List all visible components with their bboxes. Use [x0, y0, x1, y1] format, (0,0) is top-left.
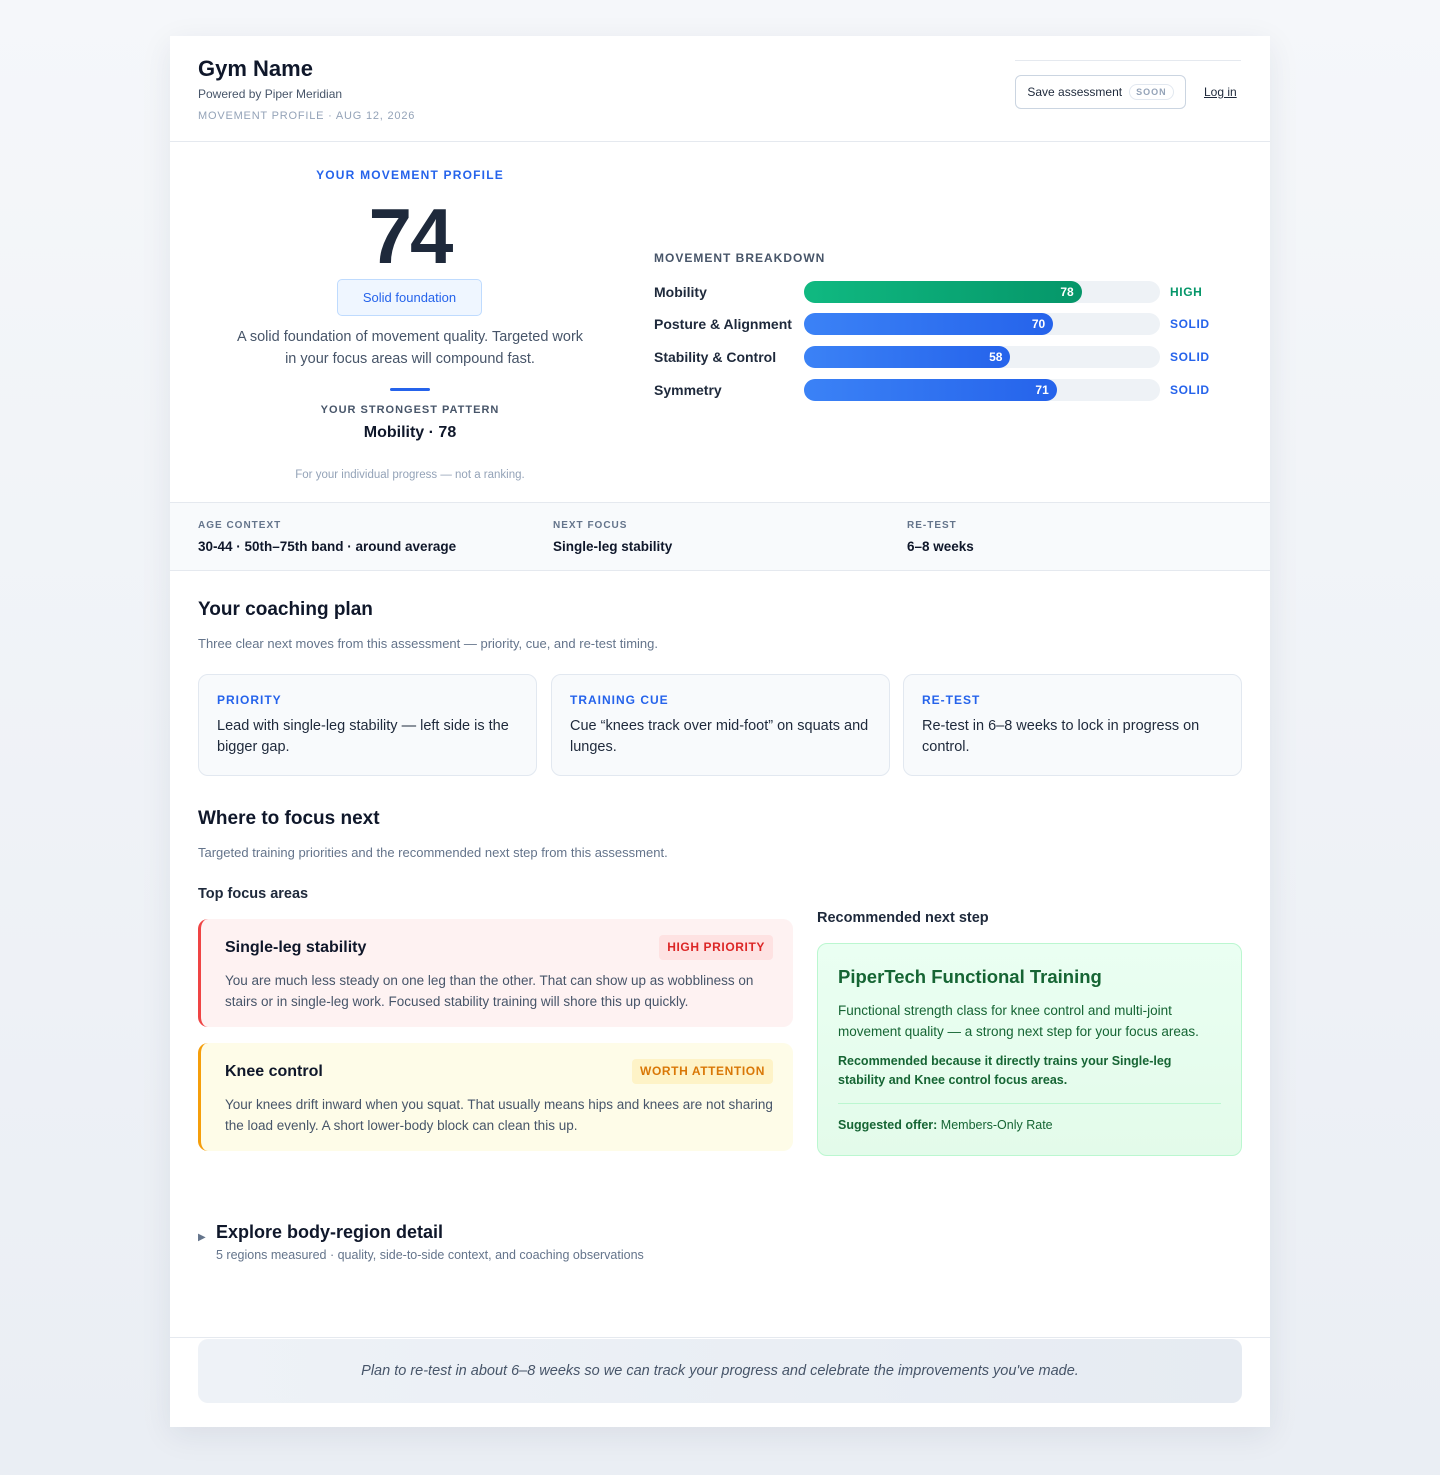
login-link[interactable]: Log in [1204, 85, 1237, 99]
breakdown-track: 71 [804, 379, 1160, 401]
profile-hero: YOUR MOVEMENT PROFILE 74 Solid foundatio… [170, 142, 1270, 503]
stat-value: 6–8 weeks [907, 539, 974, 554]
attention-badge: WORTH ATTENTION [632, 1059, 773, 1084]
breakdown-label: Symmetry [654, 382, 722, 398]
ranking-note: For your individual progress — not a ran… [295, 469, 525, 481]
focus-card-text: Your knees drift inward when you squat. … [225, 1097, 773, 1133]
offer-label: Suggested offer: [838, 1118, 938, 1132]
plan-card-priority: PRIORITY Lead with single-leg stability … [198, 674, 537, 776]
breakdown-tier: HIGH [1170, 285, 1203, 299]
gym-name: Gym Name [198, 56, 313, 81]
plan-card-text: Lead with single-leg stability — left si… [217, 718, 509, 755]
report-card: Gym Name Powered by Piper Meridian MOVEM… [170, 36, 1270, 1427]
save-assessment-label: Save assessment [1027, 85, 1123, 99]
breakdown-label: Posture & Alignment [654, 316, 792, 332]
top-focus-areas-heading: Top focus areas [198, 886, 309, 902]
stat-age-context: AGE CONTEXT 30-44 · 50th–75th band · aro… [198, 520, 456, 554]
recommendation-card: PiperTech Functional Training Functional… [817, 943, 1242, 1156]
breakdown-title: MOVEMENT BREAKDOWN [654, 251, 826, 265]
breakdown-row-posture: Posture & Alignment 70 SOLID [654, 313, 1234, 335]
stats-strip: AGE CONTEXT 30-44 · 50th–75th band · aro… [170, 503, 1270, 571]
plan-card-label: PRIORITY [217, 693, 282, 707]
focus-card-text: You are much less steady on one leg than… [225, 973, 754, 1009]
priority-badge: HIGH PRIORITY [659, 935, 773, 960]
breakdown-value: 71 [1035, 383, 1049, 397]
breakdown-value: 58 [989, 350, 1003, 364]
overall-score: 74 [368, 192, 454, 280]
recommended-step-heading: Recommended next step [817, 910, 989, 926]
breakdown-fill: 78 [804, 281, 1082, 303]
stat-value: Single-leg stability [553, 539, 673, 554]
score-description: A solid foundation of movement quality. … [236, 329, 584, 367]
breakdown-track: 78 [804, 281, 1160, 303]
plan-card-text: Cue “knees track over mid-foot” on squat… [570, 718, 869, 755]
breakdown-value: 70 [1031, 317, 1046, 331]
stat-label: AGE CONTEXT [198, 520, 282, 531]
header-divider [1015, 60, 1241, 61]
breakdown-label: Stability & Control [654, 349, 777, 365]
profile-eyebrow: YOUR MOVEMENT PROFILE [316, 168, 504, 182]
stat-label: RE-TEST [907, 520, 957, 531]
powered-by: Powered by Piper Meridian [198, 87, 343, 101]
coaching-plan-subtitle: Three clear next moves from this assessm… [198, 636, 658, 651]
breakdown-value: 78 [1060, 285, 1074, 299]
stat-label: NEXT FOCUS [553, 520, 628, 531]
strongest-pattern-label: YOUR STRONGEST PATTERN [320, 404, 500, 416]
report-meta: MOVEMENT PROFILE · AUG 12, 2026 [198, 110, 416, 122]
breakdown-row-symmetry: Symmetry 71 SOLID [654, 379, 1234, 401]
focus-card-single-leg: Single-leg stability HIGH PRIORITY You a… [198, 919, 793, 1027]
suggested-offer: Suggested offer: Members-Only Rate [838, 1118, 1221, 1132]
triangle-right-icon: ▶ [198, 1232, 206, 1243]
stat-retest: RE-TEST 6–8 weeks [907, 520, 974, 554]
plan-card-text: Re-test in 6–8 weeks to lock in progress… [922, 718, 1200, 755]
breakdown-fill: 70 [804, 313, 1054, 335]
stat-next-focus: NEXT FOCUS Single-leg stability [553, 520, 672, 554]
breakdown-tier: SOLID [1170, 317, 1210, 331]
explore-subtitle: 5 regions measured · quality, side-to-si… [216, 1248, 644, 1262]
save-assessment-button[interactable]: Save assessment SOON [1015, 75, 1186, 109]
report-header: Gym Name Powered by Piper Meridian MOVEM… [170, 36, 1270, 142]
breakdown-track: 70 [804, 313, 1160, 335]
breakdown-fill: 58 [804, 346, 1011, 368]
recommendation-reason: Recommended because it directly trains y… [838, 1054, 1172, 1087]
recommendation-title: PiperTech Functional Training [838, 966, 1102, 987]
focus-card-knee-control: Knee control WORTH ATTENTION Your knees … [198, 1043, 793, 1151]
accent-divider [390, 388, 430, 391]
breakdown-tier: SOLID [1170, 350, 1210, 364]
plan-card-retest: RE-TEST Re-test in 6–8 weeks to lock in … [903, 674, 1242, 776]
breakdown-row-stability: Stability & Control 58 SOLID [654, 346, 1234, 368]
focus-section-title: Where to focus next [198, 808, 380, 829]
retest-footer-note: Plan to re-test in about 6–8 weeks so we… [198, 1339, 1242, 1403]
explore-title: Explore body-region detail [216, 1222, 444, 1242]
stat-value: 30-44 · 50th–75th band · around average [198, 539, 457, 554]
breakdown-label: Mobility [654, 284, 707, 300]
recommendation-divider [838, 1103, 1221, 1104]
strongest-pattern-value: Mobility · 78 [363, 424, 457, 441]
breakdown-track: 58 [804, 346, 1160, 368]
plan-card-label: TRAINING CUE [570, 693, 669, 707]
breakdown-fill: 71 [804, 379, 1057, 401]
breakdown-tier: SOLID [1170, 383, 1210, 397]
plan-card-label: RE-TEST [922, 693, 981, 707]
score-band-badge: Solid foundation [337, 279, 482, 316]
soon-badge: SOON [1129, 84, 1174, 100]
breakdown-row-mobility: Mobility 78 HIGH [654, 281, 1234, 303]
coaching-plan-title: Your coaching plan [198, 599, 373, 620]
footer-divider [170, 1337, 1270, 1338]
plan-card-training-cue: TRAINING CUE Cue “knees track over mid-f… [551, 674, 890, 776]
offer-value: Members-Only Rate [940, 1118, 1053, 1132]
focus-section-subtitle: Targeted training priorities and the rec… [198, 845, 668, 860]
recommendation-description: Functional strength class for knee contr… [838, 1003, 1199, 1039]
